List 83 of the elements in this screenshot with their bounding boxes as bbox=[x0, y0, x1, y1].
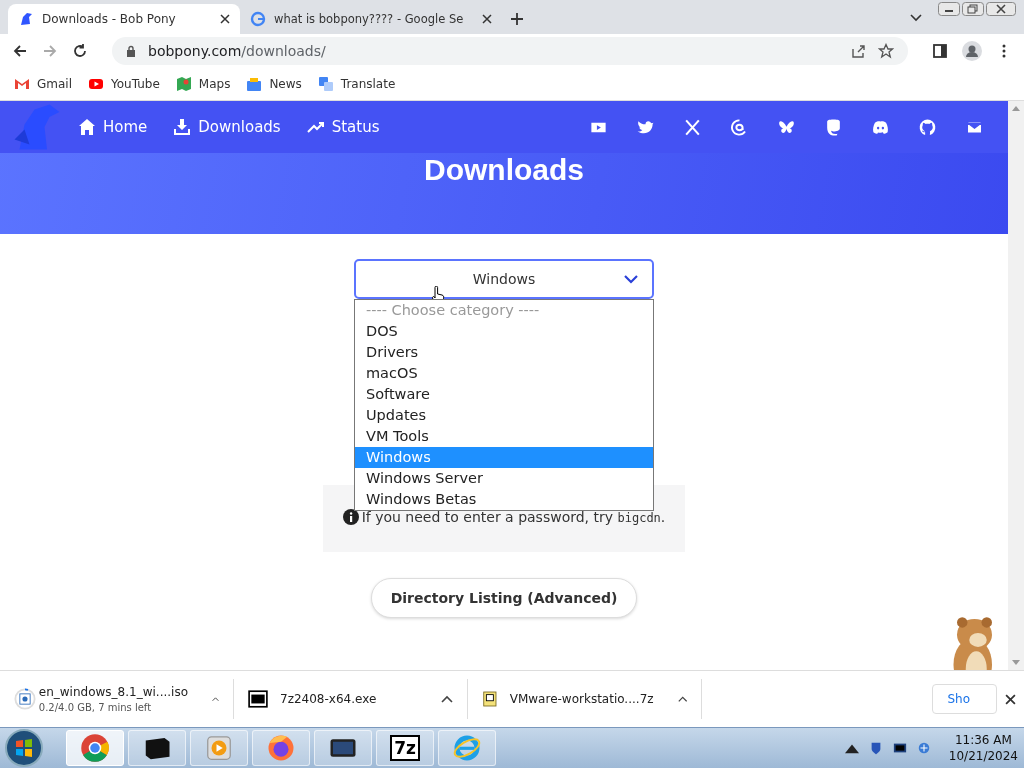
media-player-icon bbox=[204, 733, 234, 763]
browser-tab[interactable]: Downloads - Bob Pony bbox=[8, 4, 240, 34]
internet-explorer-icon bbox=[452, 733, 482, 763]
dropdown-option[interactable]: Software bbox=[355, 384, 653, 405]
show-all-button[interactable]: Sho bbox=[932, 684, 997, 714]
category-select[interactable]: Windows bbox=[354, 259, 654, 299]
star-icon[interactable] bbox=[878, 43, 894, 59]
dropdown-option[interactable]: Drivers bbox=[355, 342, 653, 363]
tab-title: what is bobpony???? - Google Se bbox=[274, 12, 465, 26]
new-tab-icon[interactable] bbox=[510, 12, 524, 26]
dropdown-option[interactable]: Windows Betas bbox=[355, 489, 653, 510]
profile-icon[interactable] bbox=[962, 41, 982, 61]
taskbar-clock[interactable]: 11:36 AM 10/21/2024 bbox=[948, 732, 1018, 764]
restore-icon[interactable] bbox=[962, 2, 984, 16]
envelope-icon bbox=[14, 76, 30, 92]
tab-search-icon[interactable] bbox=[910, 14, 922, 22]
bookmark[interactable]: Gmail bbox=[14, 76, 72, 92]
chevron-up-icon[interactable] bbox=[677, 695, 687, 703]
disc-file-icon bbox=[19, 693, 31, 705]
play-icon bbox=[88, 76, 104, 92]
network-icon[interactable] bbox=[916, 741, 931, 755]
map-pin-icon bbox=[175, 76, 192, 92]
chrome-taskbar-button[interactable] bbox=[66, 730, 124, 766]
page-title: Downloads bbox=[423, 153, 585, 187]
file-name: VMware-workstatio....7z bbox=[509, 692, 654, 706]
mastodon-icon[interactable] bbox=[824, 117, 843, 137]
close-icon[interactable] bbox=[1005, 693, 1016, 705]
dropdown-option[interactable]: macOS bbox=[355, 363, 653, 384]
github-icon[interactable] bbox=[918, 117, 937, 137]
dropdown-option[interactable]: DOS bbox=[355, 321, 653, 342]
chevron-up-icon[interactable] bbox=[441, 695, 453, 703]
share-icon[interactable] bbox=[850, 43, 866, 59]
file-name: 7z2408-x64.exe bbox=[280, 692, 377, 706]
back-icon[interactable] bbox=[12, 43, 28, 59]
clock-time: 11:36 AM bbox=[954, 732, 1012, 748]
minimize-icon[interactable] bbox=[938, 2, 960, 16]
tab-title: Downloads - Bob Pony bbox=[42, 12, 177, 26]
sevenzip-file-icon bbox=[248, 689, 268, 709]
google-icon bbox=[250, 11, 266, 27]
home-icon bbox=[78, 118, 96, 136]
firefox-icon bbox=[266, 733, 296, 763]
dropdown-option[interactable]: Updates bbox=[355, 405, 653, 426]
download-item[interactable]: en_windows_8.1_wi....iso 0.2/4.0 GB, 7 mins left bbox=[0, 679, 234, 719]
bookmark[interactable]: News bbox=[246, 76, 302, 92]
download-icon bbox=[173, 118, 192, 136]
address-bar[interactable]: bobpony.com/downloads/ bbox=[112, 37, 908, 65]
browser-tab[interactable]: what is bobpony???? - Google Se bbox=[240, 4, 502, 34]
horse-logo-icon bbox=[18, 11, 34, 27]
monitor-icon[interactable] bbox=[892, 741, 907, 755]
nav-link[interactable]: Home bbox=[78, 118, 148, 136]
newspaper-icon bbox=[246, 76, 263, 92]
download-item[interactable]: 7z2408-x64.exe bbox=[234, 679, 468, 719]
progress-ring bbox=[14, 688, 36, 710]
bookmark[interactable]: Maps bbox=[175, 76, 231, 92]
download-item[interactable]: VMware-workstatio....7z bbox=[468, 679, 702, 719]
sevenzip-taskbar-button[interactable]: 7z bbox=[376, 730, 434, 766]
dropdown-option[interactable]: Windows Server bbox=[355, 468, 653, 489]
close-icon[interactable] bbox=[986, 2, 1016, 16]
directory-listing-button[interactable]: Directory Listing (Advanced) bbox=[370, 578, 638, 618]
x-icon[interactable] bbox=[683, 117, 702, 137]
close-icon[interactable] bbox=[220, 14, 230, 24]
start-button[interactable] bbox=[4, 728, 44, 768]
monitor-taskbar-button[interactable] bbox=[314, 730, 372, 766]
download-status: 0.2/4.0 GB, 7 mins left bbox=[38, 702, 153, 713]
reload-icon[interactable] bbox=[72, 43, 88, 59]
chevron-down-icon bbox=[624, 275, 638, 284]
ie-taskbar-button[interactable] bbox=[438, 730, 496, 766]
clock-date: 10/21/2024 bbox=[948, 748, 1018, 764]
archive-file-icon bbox=[482, 689, 498, 709]
terminal-taskbar-button[interactable] bbox=[128, 730, 186, 766]
file-name: en_windows_8.1_wi....iso bbox=[38, 685, 188, 699]
close-icon[interactable] bbox=[482, 14, 492, 24]
lock-icon bbox=[126, 45, 136, 57]
firefox-taskbar-button[interactable] bbox=[252, 730, 310, 766]
translate-icon bbox=[317, 76, 334, 92]
nav-link[interactable]: Downloads bbox=[173, 118, 281, 136]
nav-link[interactable]: Status bbox=[306, 118, 380, 136]
dropdown-option[interactable]: VM Tools bbox=[355, 426, 653, 447]
side-panel-icon[interactable] bbox=[932, 43, 948, 59]
bookmark[interactable]: YouTube bbox=[88, 76, 160, 92]
chrome-icon bbox=[80, 733, 110, 763]
bookmark[interactable]: Translate bbox=[317, 76, 396, 92]
password-hint: If you need to enter a password, try bigcdn. bbox=[361, 509, 666, 525]
